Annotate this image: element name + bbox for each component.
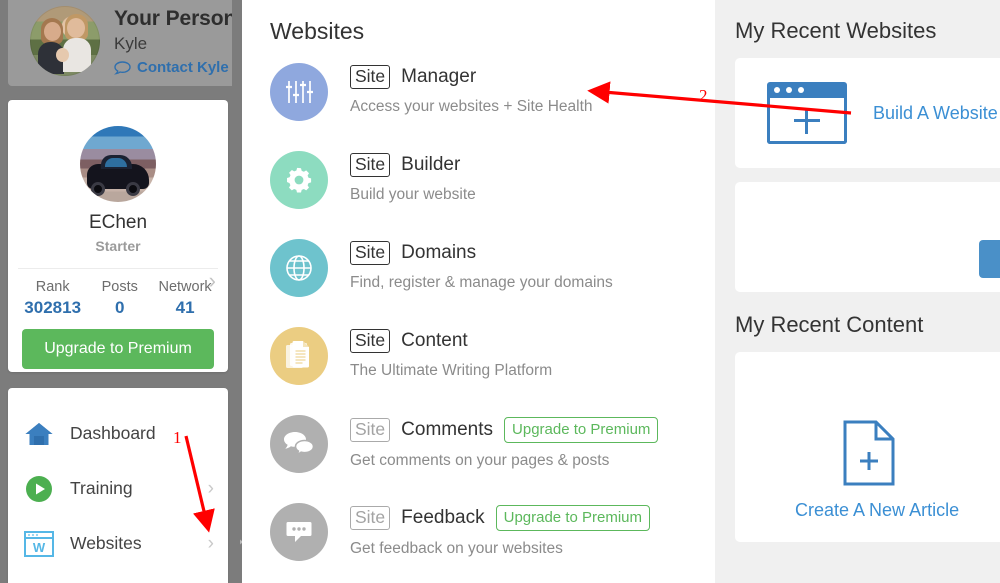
annotation-number-1: 1 bbox=[173, 428, 182, 447]
annotation-number-2: 2 bbox=[699, 86, 708, 105]
annotation-arrow-1 bbox=[184, 435, 215, 533]
app-screen: Your Personal C Kyle Contact Kyle EChen … bbox=[0, 0, 1000, 583]
annotation-overlay bbox=[184, 81, 852, 533]
annotation-arrow-2 bbox=[587, 81, 852, 115]
